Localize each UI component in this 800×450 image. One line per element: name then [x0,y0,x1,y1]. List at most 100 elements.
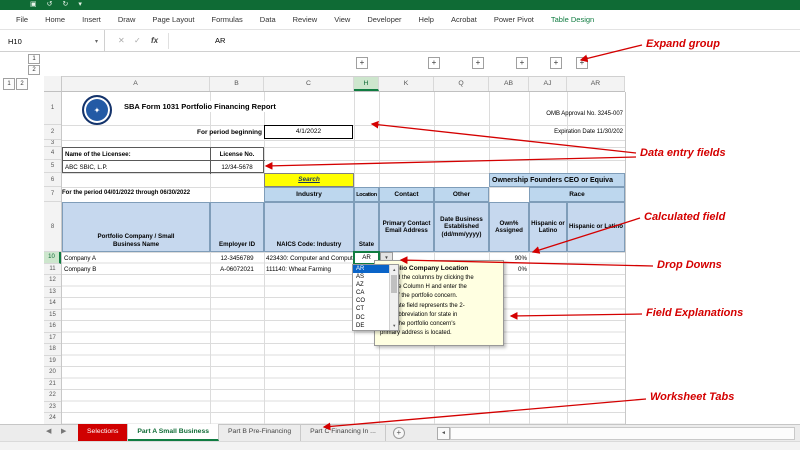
row-header[interactable]: 2 [44,125,61,140]
select-all-corner[interactable] [44,76,62,92]
ribbon-tab[interactable]: Formulas [212,15,243,24]
hscroll-left-button[interactable]: ◄ [437,427,450,440]
outline-level-1-button[interactable]: 1 [28,54,40,64]
column-header[interactable]: AJ [529,77,567,91]
ribbon-tab[interactable]: Help [419,15,434,24]
column-header[interactable]: A [62,77,210,91]
sheet-tab[interactable]: Part B Pre-Financing [219,424,301,441]
cancel-icon[interactable]: ✕ [118,30,125,52]
licensee-name-cell[interactable]: ABC SBIC, L.P. [65,162,209,173]
row-outline-level-1-button[interactable]: 1 [3,78,15,90]
tab-scroll-left-icon[interactable]: ◀ [46,424,51,441]
enter-icon[interactable]: ✓ [134,30,141,52]
column-header[interactable]: H [354,77,379,91]
insert-function-icon[interactable]: fx [151,30,158,52]
ribbon-tab[interactable]: Draw [118,15,136,24]
expand-group-button[interactable]: + [516,57,528,69]
expand-group-button[interactable]: + [576,57,588,69]
name-box-caret-icon[interactable]: ▾ [95,38,98,45]
cell-company-a[interactable]: Company A [64,253,208,264]
column-header[interactable]: AB [489,77,529,91]
row-header[interactable]: 23 [44,402,61,414]
dropdown-option[interactable]: DC [353,314,389,322]
row-header[interactable]: 22 [44,390,61,402]
column-header[interactable]: K [379,77,434,91]
horizontal-scrollbar[interactable] [450,427,795,440]
ribbon-tab[interactable]: Review [293,15,318,24]
expand-group-button[interactable]: + [356,57,368,69]
row-header[interactable]: 6 [44,173,61,187]
ribbon-tab[interactable]: Acrobat [451,15,477,24]
row-header[interactable]: 3 [44,140,61,147]
row-header[interactable]: 16 [44,321,61,333]
row-header[interactable]: 18 [44,344,61,356]
ribbon-tab[interactable]: Developer [367,15,401,24]
row-header[interactable]: 17 [44,333,61,345]
formula-input[interactable]: AR [215,30,225,52]
sheet-tab[interactable]: Part C Financing In ... [301,424,386,441]
dropdown-scrollbar[interactable]: ▲ ▼ [389,265,398,330]
row-header[interactable]: 4 [44,147,61,160]
scrollbar-thumb[interactable] [391,275,397,293]
ribbon-tab[interactable]: View [334,15,350,24]
ribbon-tab[interactable]: Insert [82,15,101,24]
dropdown-option[interactable]: AS [353,273,389,281]
dropdown-option[interactable]: AR [353,265,389,273]
column-header[interactable]: Q [434,77,489,91]
row-outline-level-2-button[interactable]: 2 [16,78,28,90]
expand-group-button[interactable]: + [472,57,484,69]
redo-icon[interactable]: ↻ [63,0,69,10]
expand-group-button[interactable]: + [428,57,440,69]
ribbon-tab[interactable]: Power Pivot [494,15,534,24]
dropdown-option[interactable]: CT [353,305,389,313]
row-header[interactable]: 8 [44,202,61,252]
column-header[interactable]: AR [567,77,625,91]
license-no-cell[interactable]: 12/34-5678 [211,162,263,173]
licensee-label: Name of the Licensee: [65,149,209,160]
outline-level-2-button[interactable]: 2 [28,65,40,75]
dropdown-option[interactable]: CO [353,297,389,305]
ribbon-tab[interactable]: Table Design [551,15,594,24]
cell-naics-a[interactable]: 423430: Computer and Computer [266,253,353,264]
sheet-tab[interactable]: Part A Small Business [128,424,219,441]
ribbon-tab[interactable]: Page Layout [152,15,194,24]
row-header[interactable]: 20 [44,367,61,379]
row-header[interactable]: 14 [44,298,61,310]
row-header[interactable]: 7 [44,187,61,202]
scroll-up-icon[interactable]: ▲ [390,265,398,274]
ribbon-tab[interactable]: File [16,15,28,24]
row-header[interactable]: 21 [44,379,61,391]
expand-group-button[interactable]: + [550,57,562,69]
row-header[interactable]: 19 [44,356,61,368]
save-icon[interactable]: ▣ [30,0,37,10]
row-header[interactable]: 5 [44,160,61,173]
cell-employer-a[interactable]: 12-3456789 [210,253,264,264]
header-own-assigned: Own% Assigned [489,202,529,252]
row-header[interactable]: 11 [44,264,61,276]
add-sheet-button[interactable]: + [393,427,405,439]
cell-company-b[interactable]: Company B [64,264,208,275]
scroll-down-icon[interactable]: ▼ [390,321,398,330]
ribbon-tab[interactable]: Home [45,15,65,24]
column-header[interactable]: C [264,77,354,91]
tab-scroll-right-icon[interactable]: ▶ [61,424,66,441]
search-cell[interactable]: Search [264,173,354,187]
dropdown-option[interactable]: AZ [353,281,389,289]
dropdown-option[interactable]: CA [353,289,389,297]
cell-naics-b[interactable]: 111140: Wheat Farming [266,264,353,275]
row-header[interactable]: 13 [44,287,61,299]
column-header[interactable]: B [210,77,264,91]
row-header[interactable]: 15 [44,310,61,322]
sheet-tab[interactable]: Selections [78,424,128,441]
row-header[interactable]: 10 [44,252,61,264]
name-box[interactable]: H10 ▾ [0,30,105,52]
row-header[interactable]: 12 [44,275,61,287]
quick-access-caret-icon[interactable]: ▾ [78,0,82,10]
undo-icon[interactable]: ↺ [47,0,53,10]
period-beginning-input[interactable]: 4/1/2022 [264,125,353,139]
cell-employer-b[interactable]: A-06072021 [210,264,264,275]
row-header[interactable]: 24 [44,413,61,425]
row-header[interactable]: 1 [44,92,61,125]
ribbon-tab[interactable]: Data [260,15,276,24]
dropdown-option[interactable]: DE [353,322,389,330]
